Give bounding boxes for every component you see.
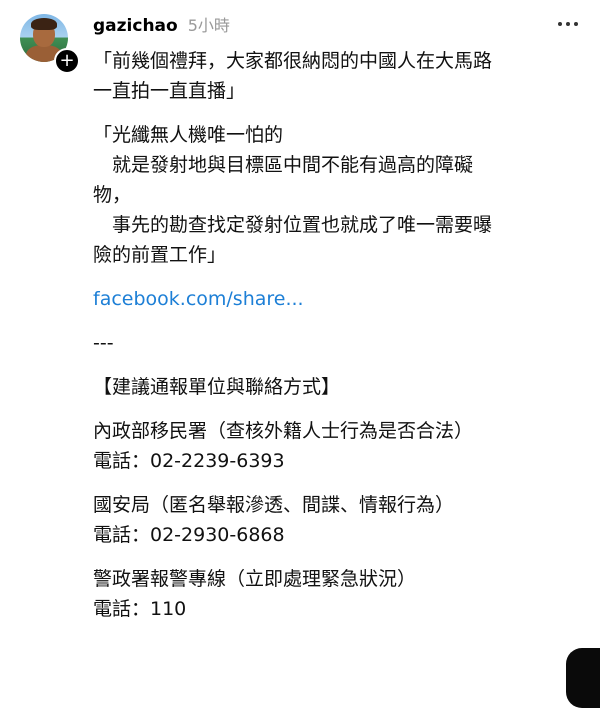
contact-phone: 電話：02-2239-6393 [93,450,285,472]
contact-block: 警政署報警專線（立即處理緊急狀況） 電話：110 [93,564,583,624]
contact-phone: 電話：110 [93,598,187,620]
floating-action-button[interactable] [566,648,600,708]
contact-phone: 電話：02-2930-6868 [93,524,285,546]
avatar-hair-shape [31,18,57,30]
contact-block: 國安局（匿名舉報滲透、間諜、情報行為） 電話：02-2930-6868 [93,490,583,550]
follow-plus-icon[interactable]: + [54,48,80,74]
post-header: gazichao 5小時 [93,12,230,36]
timestamp[interactable]: 5小時 [188,12,230,36]
post-body: 「前幾個禮拜，大家都很納悶的中國人在大馬路 一直拍一直直播」 「光纖無人機唯一怕… [93,46,583,624]
shared-link[interactable]: facebook.com/share... [93,288,304,310]
section-title: 【建議通報單位與聯絡方式】 [93,376,341,398]
contact-agency: 內政部移民署（查核外籍人士行為是否合法） [93,420,474,442]
username[interactable]: gazichao [93,16,178,36]
separator-text: --- [93,332,114,354]
contact-agency: 國安局（匿名舉報滲透、間諜、情報行為） [93,494,455,516]
post-paragraph: 「光纖無人機唯一怕的 就是發射地與目標區中間不能有過高的障礙 物， 事先的勘查找… [93,124,493,266]
post-paragraph: 「前幾個禮拜，大家都很納悶的中國人在大馬路 一直拍一直直播」 [93,50,493,102]
contact-block: 內政部移民署（查核外籍人士行為是否合法） 電話：02-2239-6393 [93,416,583,476]
more-horizontal-icon[interactable] [558,22,578,28]
contact-agency: 警政署報警專線（立即處理緊急狀況） [93,568,417,590]
